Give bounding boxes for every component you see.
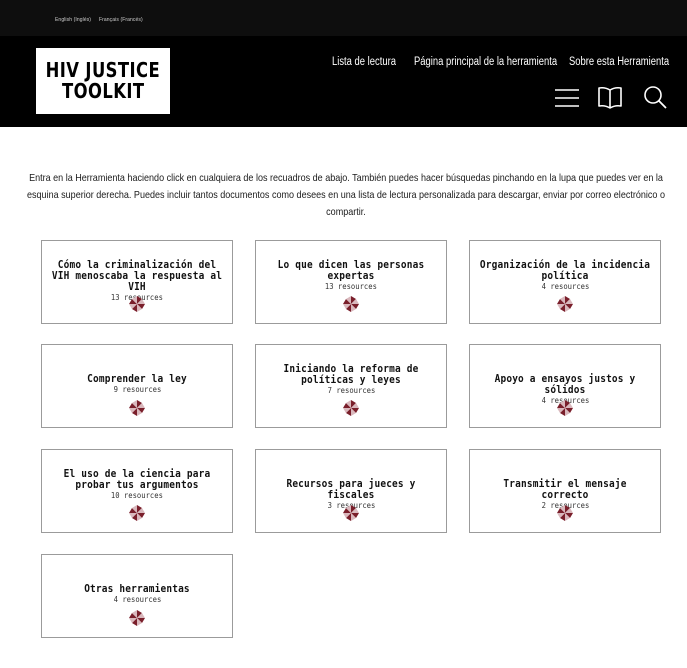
topic-card-title: Organización de la incidencia política <box>479 258 651 282</box>
search-icon[interactable] <box>642 84 668 110</box>
topic-card-title: Cómo la criminalización del VIH menoscab… <box>51 258 223 293</box>
topic-card[interactable]: Recursos para jueces y fiscales 3 resourc… <box>255 449 447 533</box>
intro-text-block: Entra en la Herramienta haciendo click e… <box>26 170 666 221</box>
ribbon-icon <box>557 296 573 312</box>
topic-card-title: Lo que dicen las personas expertas <box>277 258 425 282</box>
topic-card-count: 9 resources <box>113 385 161 394</box>
logo-line-2: TOOLKIT <box>61 79 145 103</box>
menu-icon[interactable] <box>554 85 580 111</box>
topic-card-title: El uso de la ciencia para probar tus arg… <box>63 467 211 491</box>
topic-card[interactable]: Comprender la ley 9 resources <box>41 344 233 428</box>
intro-text: Entra en la Herramienta haciendo click e… <box>26 172 665 218</box>
logo-line-1: HIV JUSTICE <box>45 58 161 82</box>
site-logo[interactable]: HIV JUSTICE TOOLKIT <box>36 48 170 114</box>
topic-card-count: 4 resources <box>113 595 161 604</box>
topic-card-title: Transmitir el mensaje correcto <box>503 477 627 501</box>
topic-card-title: Otras herramientas <box>84 582 190 595</box>
topic-card-title: Comprender la ley <box>87 372 187 385</box>
topic-card-count: 13 resources <box>324 282 378 291</box>
ribbon-icon <box>343 400 359 416</box>
topic-card[interactable]: Cómo la criminalización del VIH menoscab… <box>41 240 233 324</box>
language-bar: English (Inglés) Français (Francés) <box>0 0 687 36</box>
topic-card-count: 10 resources <box>110 491 164 500</box>
topic-card[interactable]: Lo que dicen las personas expertas 13 res… <box>255 240 447 324</box>
topic-card-title: Apoyo a ensayos justos y sólidos <box>494 372 636 396</box>
language-french-link[interactable]: Français (Francés) <box>99 17 143 23</box>
topic-card[interactable]: Apoyo a ensayos justos y sólidos 4 resour… <box>469 344 661 428</box>
topic-card[interactable]: El uso de la ciencia para probar tus arg… <box>41 449 233 533</box>
topic-card[interactable]: Otras herramientas 4 resources <box>41 554 233 638</box>
topic-card-title: Iniciando la reforma de políticas y leye… <box>283 362 419 386</box>
topic-card[interactable]: Transmitir el mensaje correcto 2 resource… <box>469 449 661 533</box>
topic-card[interactable]: Iniciando la reforma de políticas y leye… <box>255 344 447 428</box>
topic-card[interactable]: Organización de la incidencia política 4 … <box>469 240 661 324</box>
topic-card-count: 7 resources <box>327 386 375 395</box>
topic-card-count: 4 resources <box>541 282 589 291</box>
language-english-link[interactable]: English (Inglés) <box>55 17 91 23</box>
ribbon-icon <box>343 505 359 521</box>
ribbon-icon <box>129 400 145 416</box>
ribbon-icon <box>129 610 145 626</box>
topic-card-title: Recursos para jueces y fiscales <box>286 477 416 501</box>
nav-reading-list-link[interactable]: Lista de lectura <box>332 56 396 68</box>
site-header: HIV JUSTICE TOOLKIT Lista de lectura Pág… <box>0 36 687 127</box>
ribbon-icon <box>557 505 573 521</box>
ribbon-icon <box>343 296 359 312</box>
ribbon-icon <box>129 296 145 312</box>
page: English (Inglés) Français (Francés) HIV … <box>0 0 687 668</box>
nav-about-link[interactable]: Sobre esta Herramienta <box>569 56 669 68</box>
nav-home-link[interactable]: Página principal de la herramienta <box>414 56 557 68</box>
book-icon[interactable] <box>597 85 623 111</box>
ribbon-icon <box>557 400 573 416</box>
ribbon-icon <box>129 505 145 521</box>
